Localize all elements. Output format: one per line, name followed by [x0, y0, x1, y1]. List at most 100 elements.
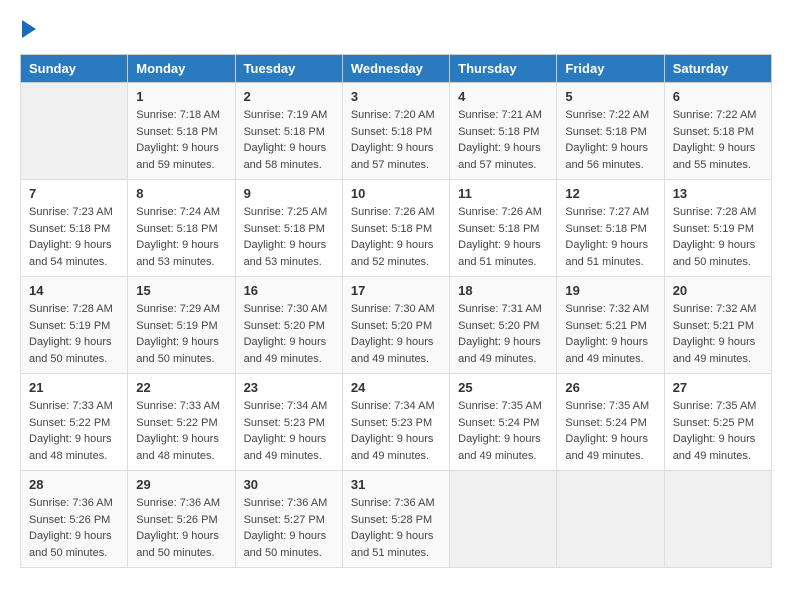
day-info: Sunrise: 7:34 AMSunset: 5:23 PMDaylight:…	[244, 398, 334, 464]
calendar-cell: 24 Sunrise: 7:34 AMSunset: 5:23 PMDayligh…	[342, 374, 449, 471]
page-header	[20, 20, 772, 38]
day-info: Sunrise: 7:36 AMSunset: 5:26 PMDaylight:…	[29, 495, 119, 561]
day-number: 23	[244, 380, 334, 395]
day-info: Sunrise: 7:29 AMSunset: 5:19 PMDaylight:…	[136, 301, 226, 367]
day-info: Sunrise: 7:27 AMSunset: 5:18 PMDaylight:…	[565, 204, 655, 270]
calendar-cell: 13 Sunrise: 7:28 AMSunset: 5:19 PMDayligh…	[664, 180, 771, 277]
day-info: Sunrise: 7:30 AMSunset: 5:20 PMDaylight:…	[351, 301, 441, 367]
header-monday: Monday	[128, 55, 235, 83]
day-info: Sunrise: 7:36 AMSunset: 5:27 PMDaylight:…	[244, 495, 334, 561]
calendar-header-row: SundayMondayTuesdayWednesdayThursdayFrid…	[21, 55, 772, 83]
day-info: Sunrise: 7:26 AMSunset: 5:18 PMDaylight:…	[458, 204, 548, 270]
day-info: Sunrise: 7:20 AMSunset: 5:18 PMDaylight:…	[351, 107, 441, 173]
day-number: 28	[29, 477, 119, 492]
calendar-week-4: 21 Sunrise: 7:33 AMSunset: 5:22 PMDayligh…	[21, 374, 772, 471]
calendar-cell: 17 Sunrise: 7:30 AMSunset: 5:20 PMDayligh…	[342, 277, 449, 374]
header-sunday: Sunday	[21, 55, 128, 83]
day-number: 18	[458, 283, 548, 298]
day-info: Sunrise: 7:35 AMSunset: 5:24 PMDaylight:…	[458, 398, 548, 464]
day-number: 31	[351, 477, 441, 492]
day-number: 16	[244, 283, 334, 298]
calendar-cell: 1 Sunrise: 7:18 AMSunset: 5:18 PMDaylight…	[128, 83, 235, 180]
calendar-cell: 12 Sunrise: 7:27 AMSunset: 5:18 PMDayligh…	[557, 180, 664, 277]
calendar-cell	[21, 83, 128, 180]
day-number: 26	[565, 380, 655, 395]
day-number: 20	[673, 283, 763, 298]
day-number: 3	[351, 89, 441, 104]
calendar-cell: 22 Sunrise: 7:33 AMSunset: 5:22 PMDayligh…	[128, 374, 235, 471]
day-number: 24	[351, 380, 441, 395]
calendar-cell: 3 Sunrise: 7:20 AMSunset: 5:18 PMDaylight…	[342, 83, 449, 180]
calendar-cell: 7Sunrise: 7:23 AMSunset: 5:18 PMDaylight…	[21, 180, 128, 277]
day-number: 22	[136, 380, 226, 395]
header-friday: Friday	[557, 55, 664, 83]
day-number: 12	[565, 186, 655, 201]
day-info: Sunrise: 7:18 AMSunset: 5:18 PMDaylight:…	[136, 107, 226, 173]
day-number: 14	[29, 283, 119, 298]
calendar-cell: 29 Sunrise: 7:36 AMSunset: 5:26 PMDayligh…	[128, 471, 235, 568]
header-wednesday: Wednesday	[342, 55, 449, 83]
calendar-cell: 14 Sunrise: 7:28 AMSunset: 5:19 PMDayligh…	[21, 277, 128, 374]
day-info: Sunrise: 7:26 AMSunset: 5:18 PMDaylight:…	[351, 204, 441, 270]
calendar-week-5: 28 Sunrise: 7:36 AMSunset: 5:26 PMDayligh…	[21, 471, 772, 568]
day-info: Sunrise: 7:31 AMSunset: 5:20 PMDaylight:…	[458, 301, 548, 367]
calendar-cell: 23 Sunrise: 7:34 AMSunset: 5:23 PMDayligh…	[235, 374, 342, 471]
day-info: Sunrise: 7:36 AMSunset: 5:28 PMDaylight:…	[351, 495, 441, 561]
calendar-cell: 28 Sunrise: 7:36 AMSunset: 5:26 PMDayligh…	[21, 471, 128, 568]
day-number: 5	[565, 89, 655, 104]
day-number: 27	[673, 380, 763, 395]
calendar-week-3: 14 Sunrise: 7:28 AMSunset: 5:19 PMDayligh…	[21, 277, 772, 374]
day-info: Sunrise: 7:30 AMSunset: 5:20 PMDaylight:…	[244, 301, 334, 367]
header-saturday: Saturday	[664, 55, 771, 83]
header-tuesday: Tuesday	[235, 55, 342, 83]
calendar-cell: 2Sunrise: 7:19 AMSunset: 5:18 PMDaylight…	[235, 83, 342, 180]
day-number: 21	[29, 380, 119, 395]
day-number: 29	[136, 477, 226, 492]
day-number: 17	[351, 283, 441, 298]
day-number: 8	[136, 186, 226, 201]
calendar-cell: 11 Sunrise: 7:26 AMSunset: 5:18 PMDayligh…	[450, 180, 557, 277]
day-number: 7	[29, 186, 119, 201]
day-info: Sunrise: 7:32 AMSunset: 5:21 PMDaylight:…	[565, 301, 655, 367]
calendar-cell: 16 Sunrise: 7:30 AMSunset: 5:20 PMDayligh…	[235, 277, 342, 374]
calendar-cell: 18 Sunrise: 7:31 AMSunset: 5:20 PMDayligh…	[450, 277, 557, 374]
day-info: Sunrise: 7:36 AMSunset: 5:26 PMDaylight:…	[136, 495, 226, 561]
day-info: Sunrise: 7:22 AMSunset: 5:18 PMDaylight:…	[673, 107, 763, 173]
day-info: Sunrise: 7:35 AMSunset: 5:25 PMDaylight:…	[673, 398, 763, 464]
calendar-cell: 6 Sunrise: 7:22 AMSunset: 5:18 PMDaylight…	[664, 83, 771, 180]
day-info: Sunrise: 7:35 AMSunset: 5:24 PMDaylight:…	[565, 398, 655, 464]
calendar-cell: 8Sunrise: 7:24 AMSunset: 5:18 PMDaylight…	[128, 180, 235, 277]
calendar-cell: 20 Sunrise: 7:32 AMSunset: 5:21 PMDayligh…	[664, 277, 771, 374]
day-number: 4	[458, 89, 548, 104]
calendar-cell: 27 Sunrise: 7:35 AMSunset: 5:25 PMDayligh…	[664, 374, 771, 471]
day-number: 2	[244, 89, 334, 104]
calendar-cell: 4 Sunrise: 7:21 AMSunset: 5:18 PMDaylight…	[450, 83, 557, 180]
day-info: Sunrise: 7:28 AMSunset: 5:19 PMDaylight:…	[29, 301, 119, 367]
day-info: Sunrise: 7:33 AMSunset: 5:22 PMDaylight:…	[136, 398, 226, 464]
calendar-cell: 30Sunrise: 7:36 AMSunset: 5:27 PMDayligh…	[235, 471, 342, 568]
calendar-table: SundayMondayTuesdayWednesdayThursdayFrid…	[20, 54, 772, 568]
calendar-week-2: 7Sunrise: 7:23 AMSunset: 5:18 PMDaylight…	[21, 180, 772, 277]
calendar-cell	[664, 471, 771, 568]
day-info: Sunrise: 7:21 AMSunset: 5:18 PMDaylight:…	[458, 107, 548, 173]
calendar-cell: 15Sunrise: 7:29 AMSunset: 5:19 PMDayligh…	[128, 277, 235, 374]
logo-icon	[22, 20, 36, 38]
header-thursday: Thursday	[450, 55, 557, 83]
day-info: Sunrise: 7:32 AMSunset: 5:21 PMDaylight:…	[673, 301, 763, 367]
calendar-cell: 21Sunrise: 7:33 AMSunset: 5:22 PMDayligh…	[21, 374, 128, 471]
day-number: 13	[673, 186, 763, 201]
day-info: Sunrise: 7:34 AMSunset: 5:23 PMDaylight:…	[351, 398, 441, 464]
day-info: Sunrise: 7:28 AMSunset: 5:19 PMDaylight:…	[673, 204, 763, 270]
day-number: 6	[673, 89, 763, 104]
day-number: 9	[244, 186, 334, 201]
calendar-cell: 10Sunrise: 7:26 AMSunset: 5:18 PMDayligh…	[342, 180, 449, 277]
day-info: Sunrise: 7:22 AMSunset: 5:18 PMDaylight:…	[565, 107, 655, 173]
calendar-cell: 31 Sunrise: 7:36 AMSunset: 5:28 PMDayligh…	[342, 471, 449, 568]
day-number: 1	[136, 89, 226, 104]
day-info: Sunrise: 7:25 AMSunset: 5:18 PMDaylight:…	[244, 204, 334, 270]
calendar-cell: 25Sunrise: 7:35 AMSunset: 5:24 PMDayligh…	[450, 374, 557, 471]
calendar-cell: 19Sunrise: 7:32 AMSunset: 5:21 PMDayligh…	[557, 277, 664, 374]
logo	[20, 20, 38, 38]
calendar-cell: 9 Sunrise: 7:25 AMSunset: 5:18 PMDaylight…	[235, 180, 342, 277]
day-number: 11	[458, 186, 548, 201]
